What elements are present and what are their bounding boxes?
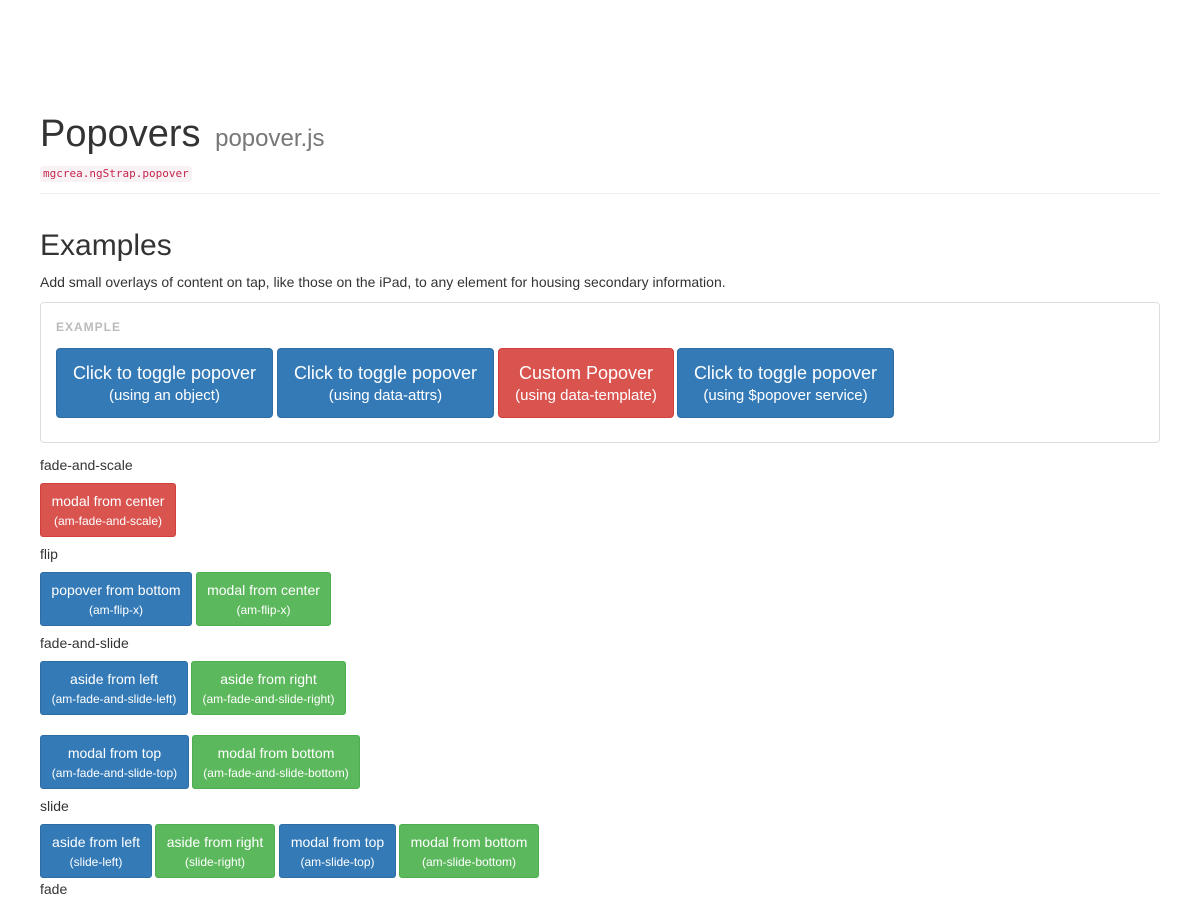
custom-popover-button[interactable]: Custom Popover (using data-template) <box>498 348 674 418</box>
button-label: popover from bottom <box>51 581 181 598</box>
module-name-code: mgcrea.ngStrap.popover <box>40 166 192 182</box>
modal-top-fade-slide-button[interactable]: modal from top (am-fade-and-slide-top) <box>40 735 189 789</box>
modal-bottom-fade-slide-button[interactable]: modal from bottom (am-fade-and-slide-bot… <box>192 735 360 789</box>
example-label: EXAMPLE <box>56 320 122 334</box>
popover-bottom-flip-button[interactable]: popover from bottom (am-flip-x) <box>40 572 192 626</box>
modal-bottom-slide-button[interactable]: modal from bottom (am-slide-bottom) <box>399 824 539 878</box>
example-box: EXAMPLE Click to toggle popover (using a… <box>40 302 1160 443</box>
page-title-text: Popovers <box>40 113 201 155</box>
aside-right-slide-button[interactable]: aside from right (slide-right) <box>155 824 275 878</box>
button-sublabel: (slide-left) <box>69 854 123 869</box>
page-title: Popovers popover.js <box>40 112 1160 161</box>
page-header: Popovers popover.js mgcrea.ngStrap.popov… <box>40 112 1160 194</box>
button-label: Click to toggle popover <box>293 362 478 383</box>
modal-center-flip-button[interactable]: modal from center (am-flip-x) <box>196 572 331 626</box>
button-sublabel: (am-fade-and-slide-left) <box>51 691 177 706</box>
popover-data-attrs-button[interactable]: Click to toggle popover (using data-attr… <box>277 348 494 418</box>
button-sublabel: (am-slide-bottom) <box>421 854 517 869</box>
button-sublabel: (am-flip-x) <box>89 602 143 617</box>
button-sublabel: (am-flip-x) <box>236 602 291 617</box>
button-label: modal from top <box>67 744 162 761</box>
button-sublabel: (using data-attrs) <box>328 386 443 404</box>
button-sublabel: (am-fade-and-slide-bottom) <box>203 765 349 780</box>
page: Popovers popover.js mgcrea.ngStrap.popov… <box>0 0 1200 900</box>
modal-center-fade-scale-button[interactable]: modal from center (am-fade-and-scale) <box>40 483 176 537</box>
button-label: modal from bottom <box>410 833 528 850</box>
button-sublabel: (am-fade-and-slide-right) <box>202 691 335 706</box>
popover-object-button[interactable]: Click to toggle popover (using an object… <box>56 348 273 418</box>
button-label: Click to toggle popover <box>72 362 257 383</box>
button-sublabel: (using an object) <box>109 386 220 404</box>
button-label: modal from bottom <box>217 744 335 761</box>
button-label: modal from center <box>51 492 165 509</box>
button-sublabel: (slide-right) <box>184 854 245 869</box>
examples-heading: Examples <box>40 229 172 262</box>
button-sublabel: (am-fade-and-scale) <box>53 513 163 528</box>
button-label: aside from left <box>52 833 140 850</box>
button-label: modal from center <box>207 581 320 598</box>
button-label: aside from right <box>166 833 264 850</box>
button-label: modal from top <box>290 833 385 850</box>
modal-top-slide-button[interactable]: modal from top (am-slide-top) <box>279 824 396 878</box>
button-sublabel: (am-fade-and-slide-top) <box>51 765 178 780</box>
button-sublabel: (am-slide-top) <box>300 854 375 869</box>
fade-label: fade <box>40 881 68 897</box>
aside-right-fade-slide-button[interactable]: aside from right (am-fade-and-slide-righ… <box>191 661 346 715</box>
slide-label: slide <box>40 798 69 814</box>
examples-description: Add small overlays of content on tap, li… <box>40 274 726 290</box>
fade-and-scale-label: fade-and-scale <box>40 457 133 473</box>
popover-service-button[interactable]: Click to toggle popover (using $popover … <box>677 348 894 418</box>
aside-left-fade-slide-button[interactable]: aside from left (am-fade-and-slide-left) <box>40 661 188 715</box>
button-label: aside from right <box>220 670 317 687</box>
flip-label: flip <box>40 546 58 562</box>
page-subtitle: popover.js <box>215 125 325 152</box>
button-sublabel: (using $popover service) <box>703 386 868 404</box>
fade-and-slide-label: fade-and-slide <box>40 635 129 651</box>
button-label: Custom Popover <box>518 362 654 383</box>
aside-left-slide-button[interactable]: aside from left (slide-left) <box>40 824 152 878</box>
button-label: aside from left <box>70 670 158 687</box>
button-label: Click to toggle popover <box>693 362 878 383</box>
button-sublabel: (using data-template) <box>515 386 657 404</box>
